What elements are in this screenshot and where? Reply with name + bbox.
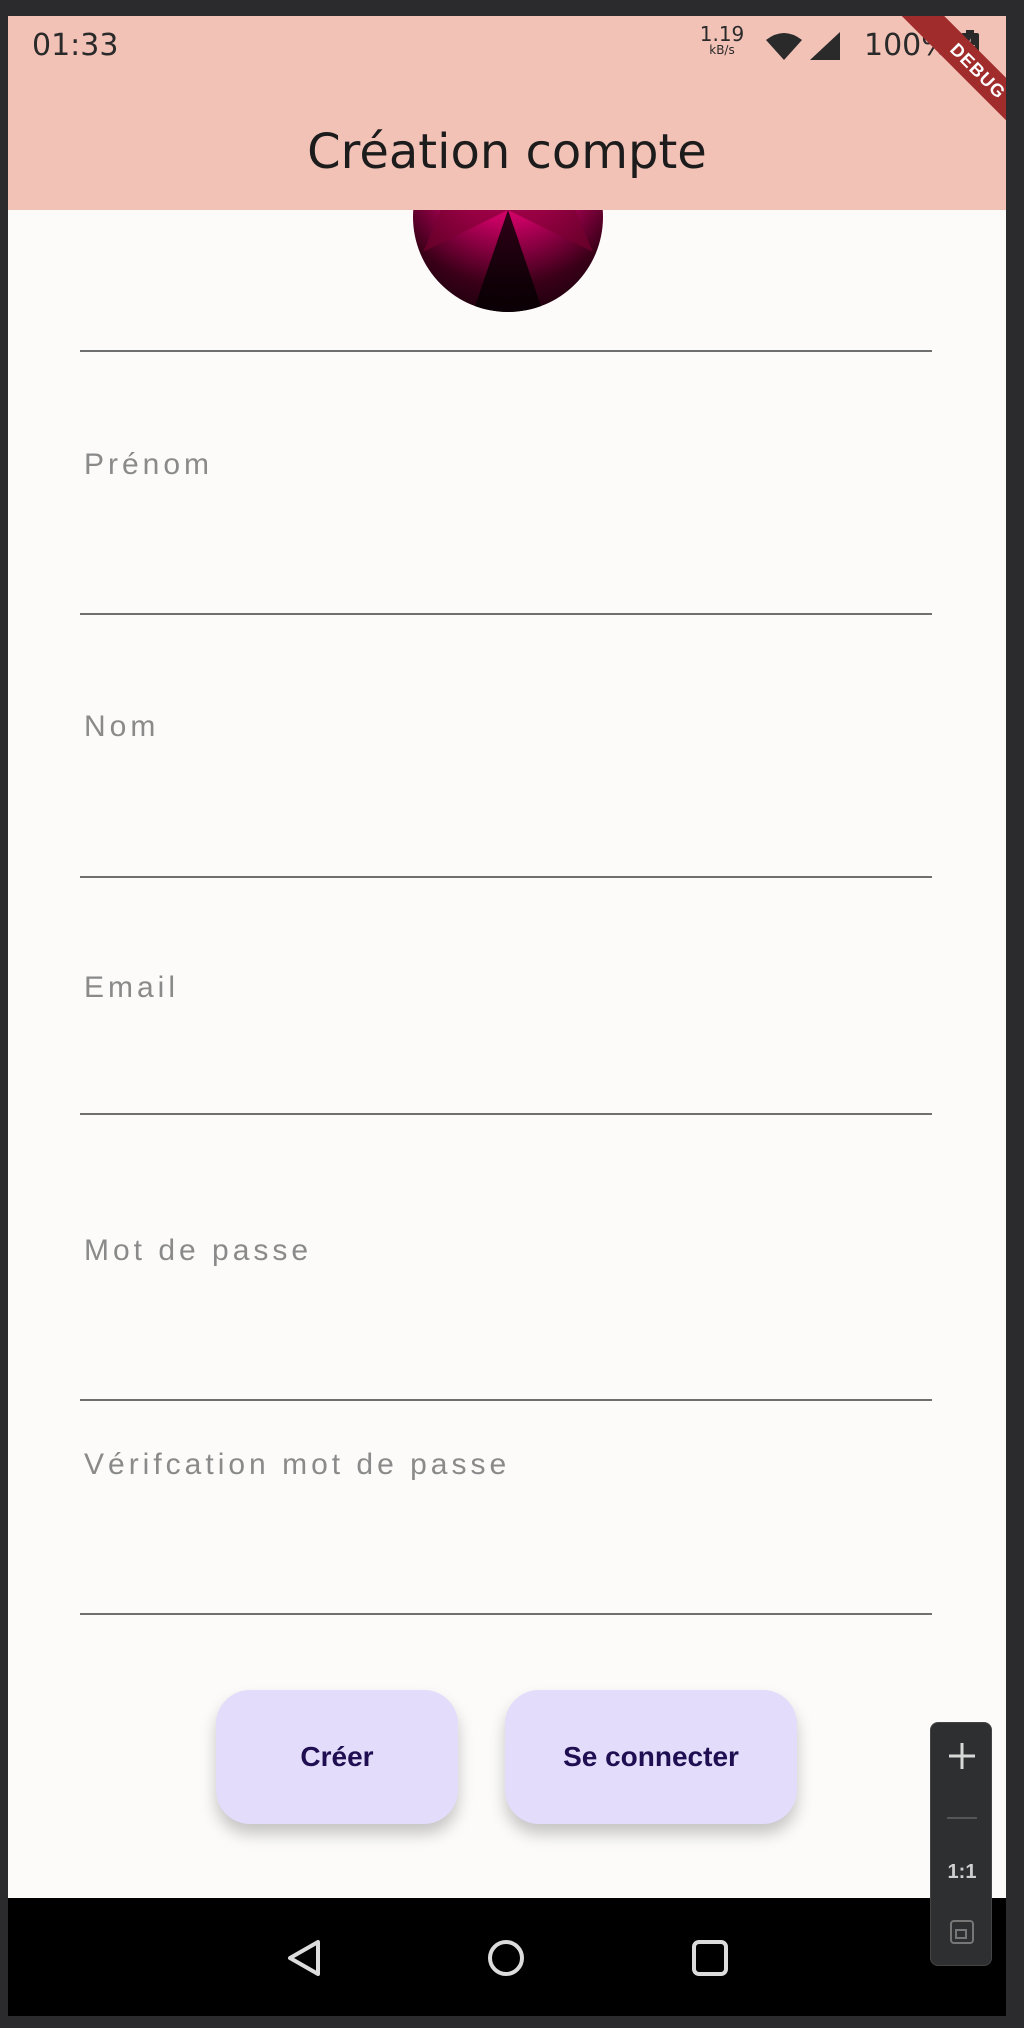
- phone-screen: 01:33 1.19 kB/s 100% Création compte DEB…: [8, 16, 1006, 2016]
- back-icon[interactable]: [284, 1938, 324, 1983]
- app-bar-overlay: 01:33 1.19 kB/s 100% Création compte: [8, 16, 1006, 210]
- email-label: Email: [84, 971, 180, 1004]
- recent-apps-icon[interactable]: [690, 1938, 730, 1983]
- zoom-ratio-button[interactable]: 1:1: [931, 1861, 993, 1884]
- fit-screen-icon[interactable]: [949, 1919, 975, 1950]
- password-confirm-label: Vérifcation mot de passe: [84, 1448, 511, 1481]
- email-underline: [80, 1113, 932, 1115]
- firstname-underline: [80, 613, 932, 615]
- zoom-in-icon[interactable]: [947, 1741, 977, 1776]
- password-confirm-underline: [80, 1613, 932, 1615]
- avatar-field-underline: [80, 350, 932, 352]
- status-time: 01:33: [32, 28, 119, 63]
- emulator-frame: 01:33 1.19 kB/s 100% Création compte DEB…: [0, 0, 1024, 2028]
- firstname-label: Prénom: [84, 448, 214, 481]
- create-account-button[interactable]: Créer: [216, 1690, 458, 1824]
- password-label: Mot de passe: [84, 1234, 313, 1267]
- lastname-underline: [80, 876, 932, 878]
- home-icon[interactable]: [486, 1938, 526, 1983]
- zoom-out-icon[interactable]: [947, 1817, 977, 1819]
- password-underline: [80, 1399, 932, 1401]
- network-speed: 1.19 kB/s: [698, 24, 746, 56]
- wifi-icon: [764, 32, 804, 67]
- network-speed-value: 1.19: [699, 22, 745, 46]
- system-nav-bar: [8, 1898, 1006, 2016]
- lastname-label: Nom: [84, 710, 160, 743]
- page-title: Création compte: [307, 124, 707, 180]
- cell-signal-icon: [808, 30, 842, 67]
- login-button[interactable]: Se connecter: [505, 1690, 797, 1824]
- emulator-zoom-panel: 1:1: [930, 1722, 992, 1966]
